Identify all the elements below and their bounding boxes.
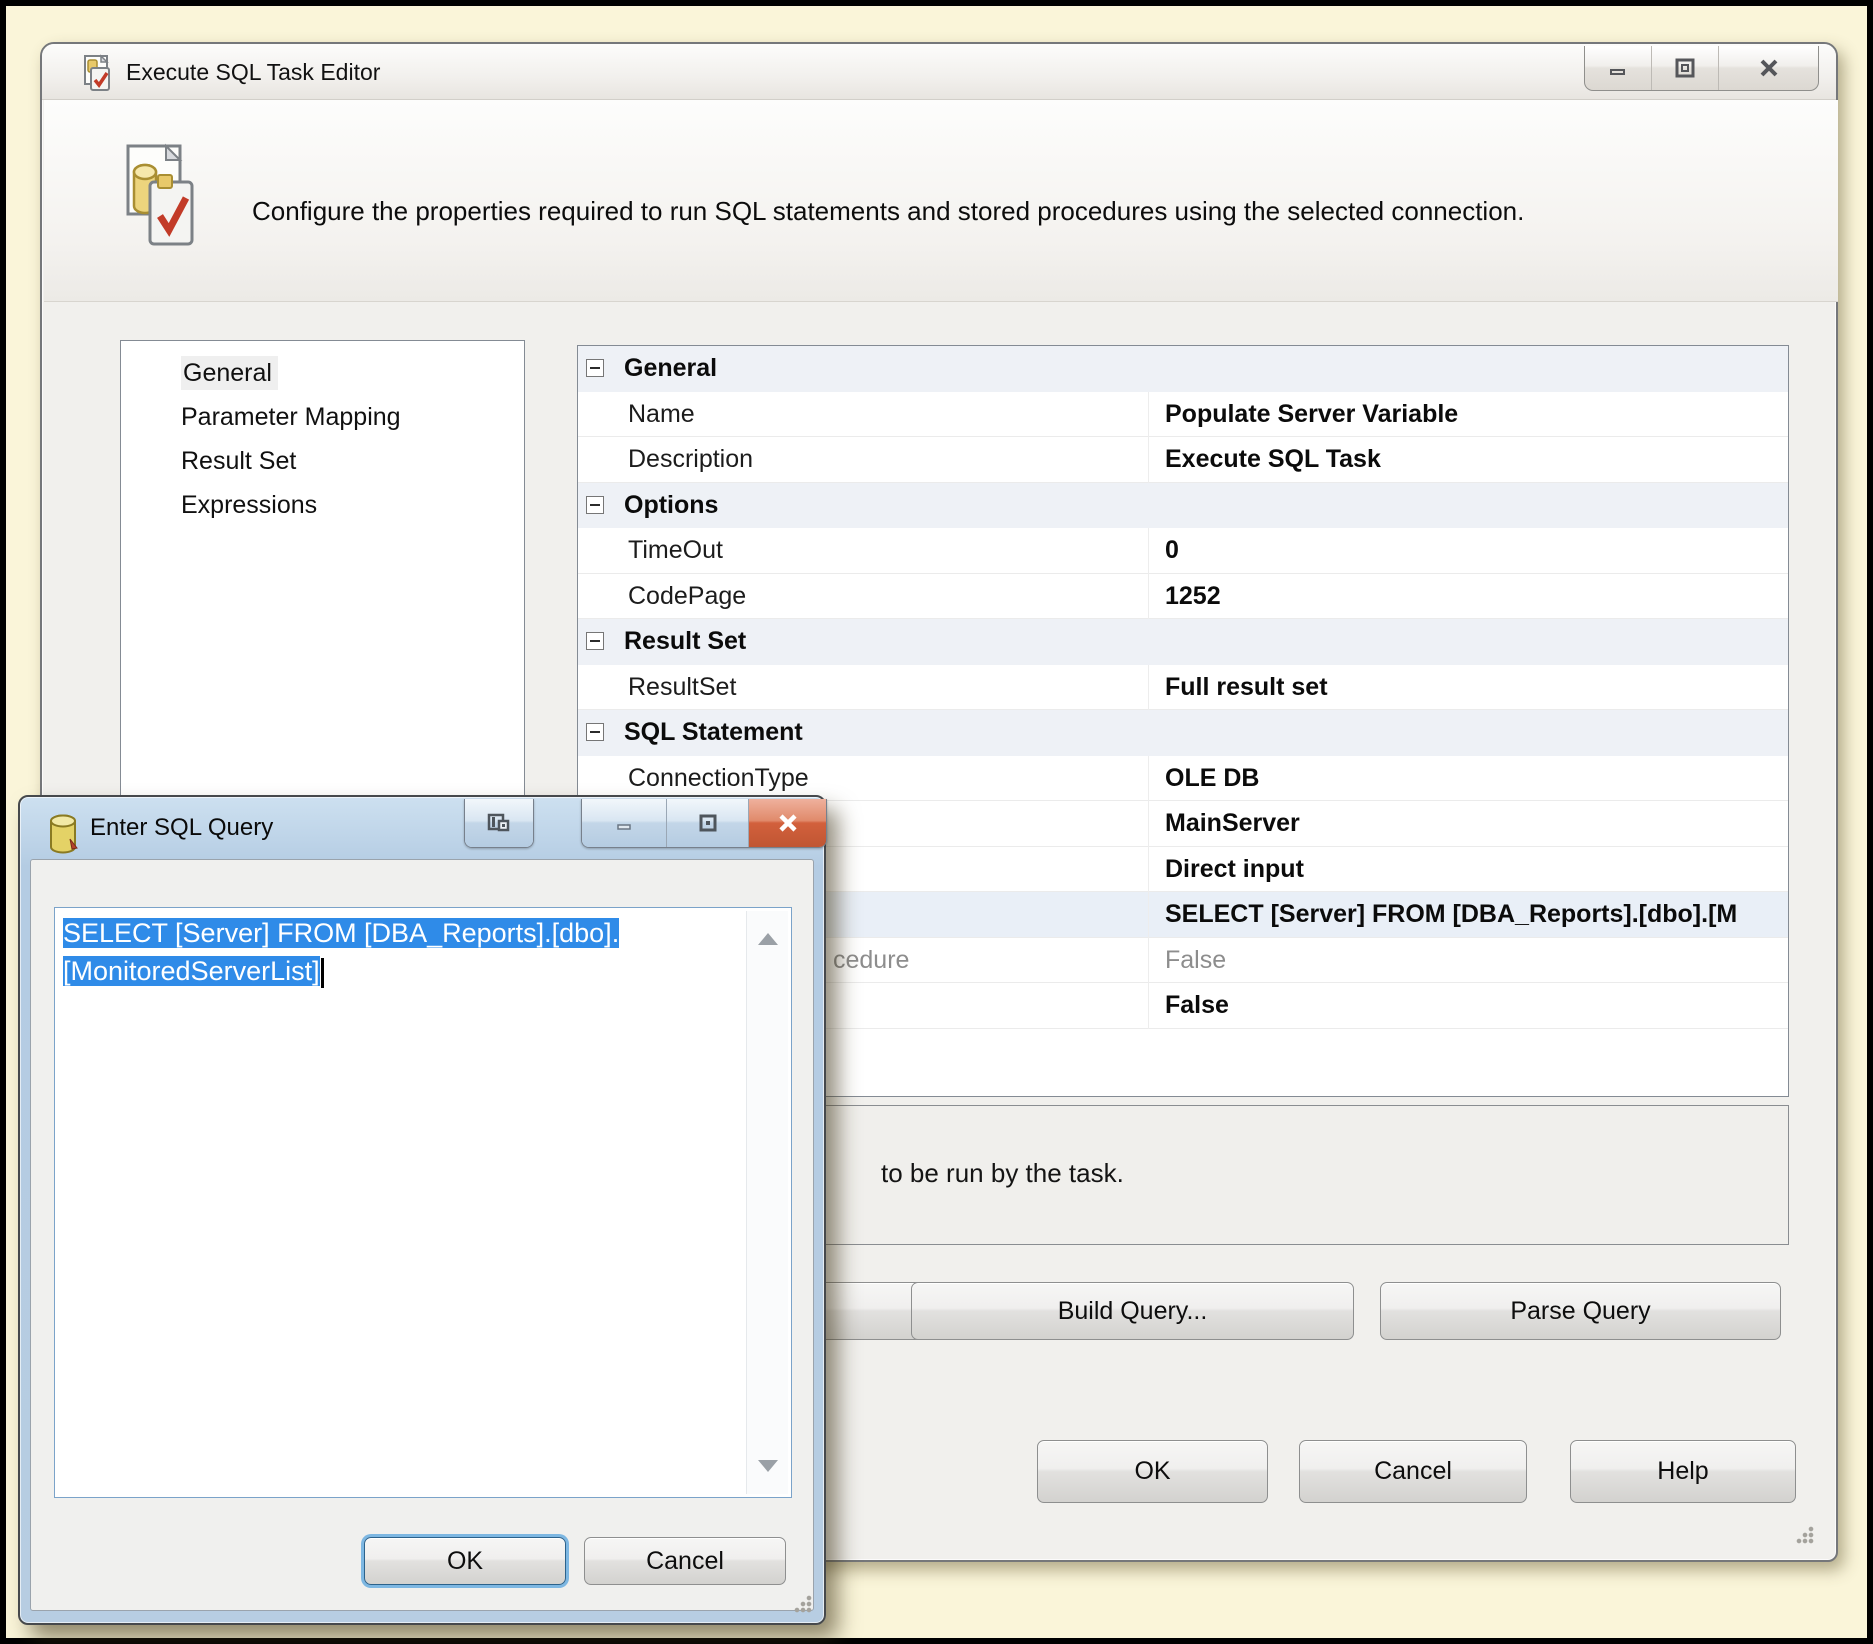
resize-grip[interactable]	[794, 1595, 812, 1613]
resize-grip[interactable]	[1796, 1526, 1814, 1544]
property-row-codepage[interactable]: CodePage 1252	[578, 573, 1788, 619]
sql-dialog-title: Enter SQL Query	[90, 814, 274, 841]
property-description-text: to be run by the task.	[881, 1158, 1124, 1188]
group-row-options[interactable]: Options	[578, 482, 1788, 528]
text-caret	[320, 957, 324, 988]
minimize-icon	[617, 824, 631, 830]
nav-item-result-set[interactable]: Result Set	[121, 439, 524, 483]
banner-description: Configure the properties required to run…	[252, 196, 1525, 226]
minimize-button[interactable]	[1585, 46, 1651, 90]
property-row-description[interactable]: Description Execute SQL Task	[578, 437, 1788, 483]
maximize-icon	[699, 814, 716, 832]
desktop-background: Execute SQL Task Editor Configure the pr…	[0, 0, 1873, 1644]
nav-item-parameter-mapping[interactable]: Parameter Mapping	[121, 395, 524, 439]
collapse-icon[interactable]	[586, 632, 604, 650]
database-cylinder-icon	[46, 813, 80, 857]
window-preview-button[interactable]	[464, 799, 534, 848]
sql-query-textarea[interactable]: SELECT [Server] FROM [DBA_Reports].[dbo]…	[54, 907, 792, 1498]
property-row-resultset[interactable]: ResultSet Full result set	[578, 664, 1788, 710]
maximize-button[interactable]	[666, 799, 748, 847]
collapse-icon[interactable]	[586, 723, 604, 741]
property-row-name[interactable]: Name Populate Server Variable	[578, 391, 1788, 437]
enter-sql-query-window: Enter SQL Query SELECT [Server] FROM [DB…	[18, 795, 827, 1625]
minimize-icon	[1610, 69, 1625, 75]
sql-cancel-button[interactable]: Cancel	[584, 1537, 786, 1585]
close-button[interactable]	[748, 799, 826, 847]
maximize-icon	[1675, 58, 1695, 78]
nav-item-expressions[interactable]: Expressions	[121, 483, 524, 527]
maximize-button[interactable]	[1651, 46, 1718, 90]
sql-ok-button[interactable]: OK	[364, 1537, 566, 1585]
ok-button[interactable]: OK	[1037, 1440, 1268, 1503]
close-icon	[1760, 59, 1777, 77]
minimize-button[interactable]	[582, 799, 666, 847]
property-row-timeout[interactable]: TimeOut 0	[578, 528, 1788, 574]
scroll-up-icon[interactable]	[758, 933, 778, 945]
collapse-icon[interactable]	[586, 495, 604, 514]
collapse-icon[interactable]	[586, 359, 604, 377]
nav-item-general[interactable]: General	[121, 351, 524, 395]
group-row-sql-statement[interactable]: SQL Statement	[578, 710, 1788, 756]
group-row-general[interactable]: General	[578, 346, 1788, 392]
close-button[interactable]	[1718, 46, 1818, 90]
parse-query-button[interactable]: Parse Query	[1380, 1282, 1781, 1340]
sql-dialog-caption-buttons	[581, 799, 827, 848]
window-icon	[487, 813, 510, 832]
execute-sql-task-icon	[114, 142, 200, 252]
main-titlebar[interactable]: Execute SQL Task Editor	[42, 44, 1836, 100]
help-button[interactable]: Help	[1570, 1440, 1796, 1503]
task-editor-window-icon	[78, 54, 114, 92]
scroll-down-icon[interactable]	[758, 1460, 778, 1472]
header-banner: Configure the properties required to run…	[44, 100, 1838, 302]
group-row-result-set[interactable]: Result Set	[578, 619, 1788, 665]
build-query-button[interactable]: Build Query...	[911, 1282, 1354, 1340]
sql-query-text: SELECT [Server] FROM [DBA_Reports].[dbo]…	[63, 918, 620, 988]
main-window-title: Execute SQL Task Editor	[126, 59, 381, 85]
editor-page-list: General Parameter Mapping Result Set Exp…	[120, 340, 525, 805]
main-caption-buttons	[1584, 46, 1819, 91]
textarea-scrollbar[interactable]	[746, 911, 788, 1494]
cancel-button[interactable]: Cancel	[1299, 1440, 1527, 1503]
close-icon	[778, 814, 797, 832]
